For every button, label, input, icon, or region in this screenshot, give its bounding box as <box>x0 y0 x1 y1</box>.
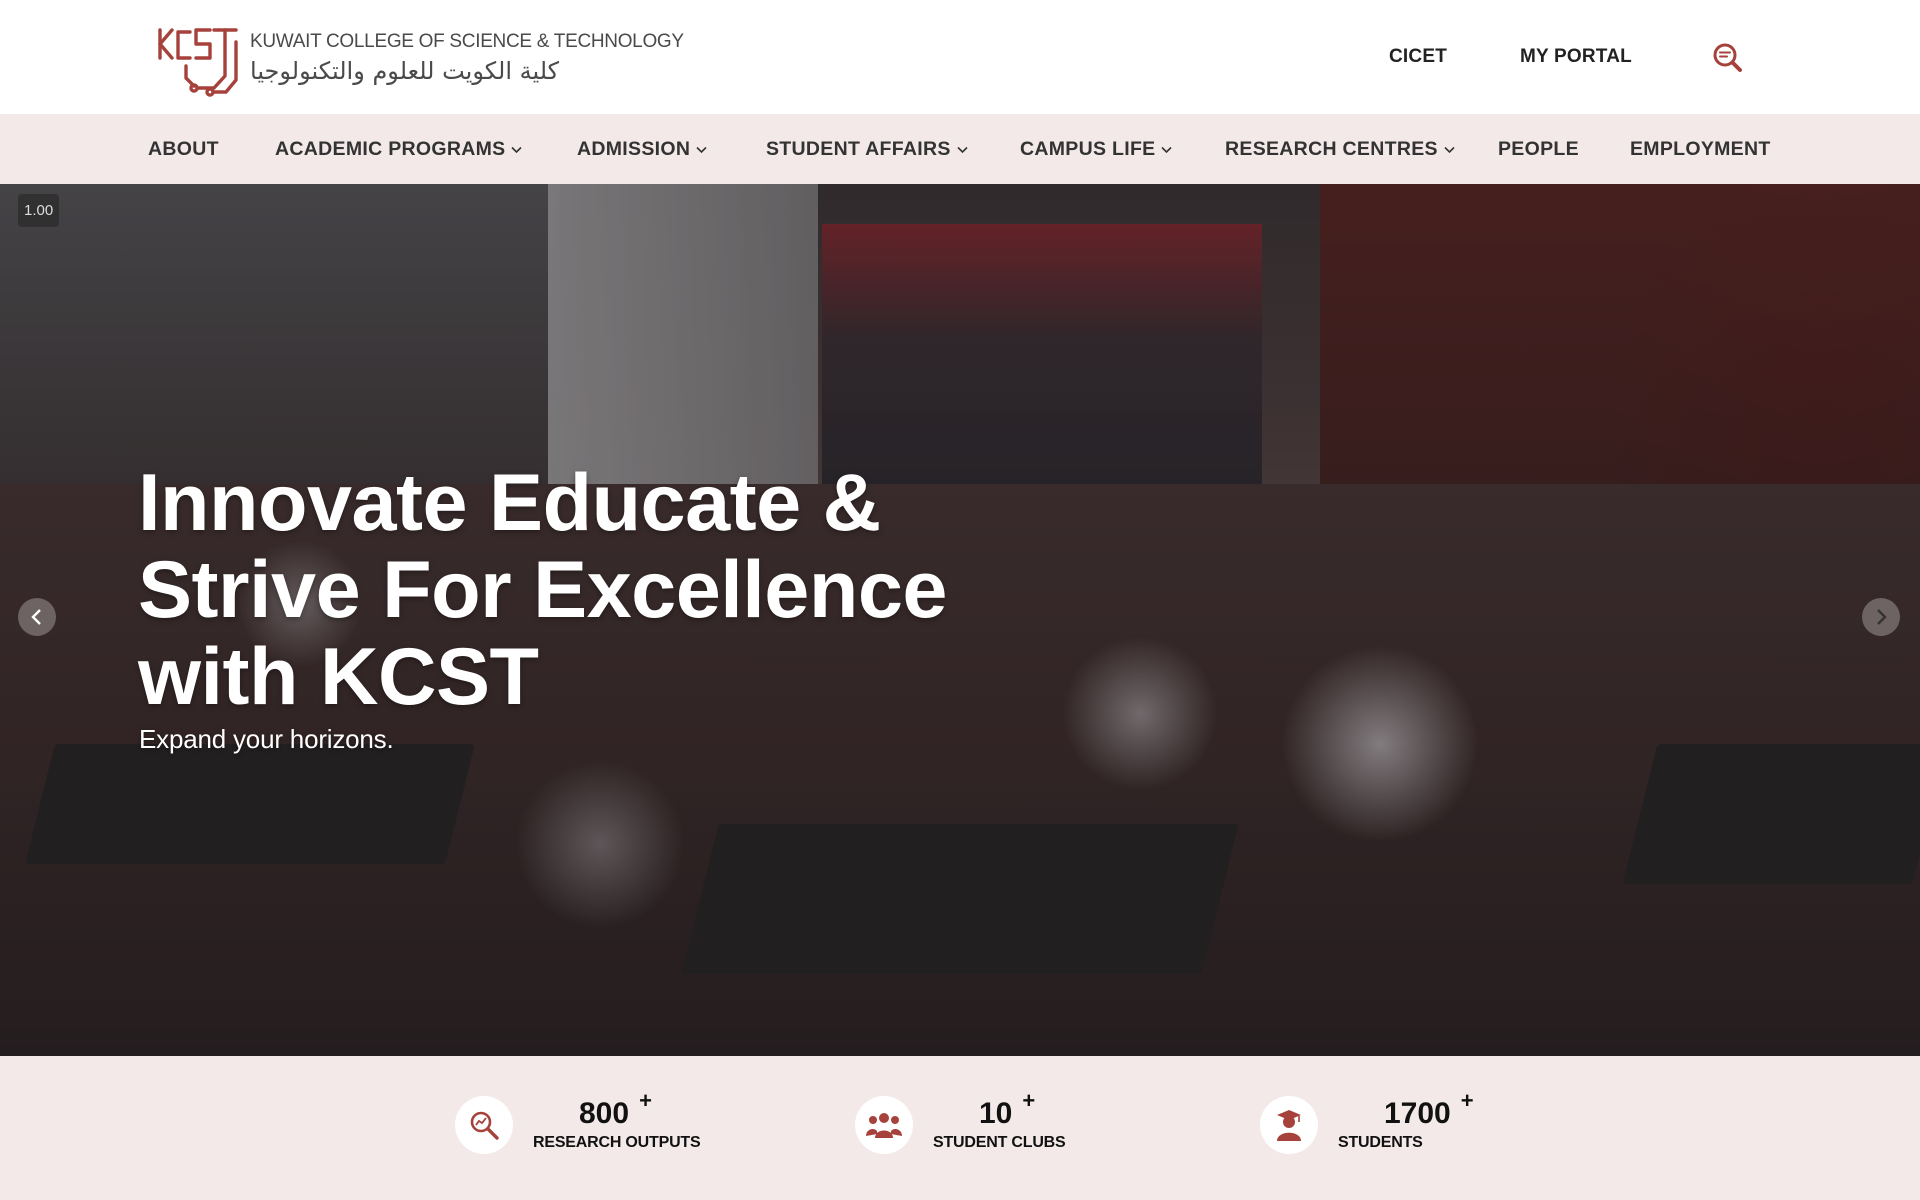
stat-label: RESEARCH OUTPUTS <box>533 1134 701 1151</box>
nav-research-centres-label: RESEARCH CENTRES <box>1225 138 1438 160</box>
graduate-icon <box>1277 1110 1301 1141</box>
my-portal-link[interactable]: MY PORTAL <box>1520 46 1632 68</box>
slider-prev-button[interactable] <box>18 598 56 636</box>
chevron-left-icon <box>31 609 41 625</box>
chevron-down-icon <box>696 146 707 153</box>
chevron-down-icon <box>511 146 523 153</box>
search-button[interactable] <box>1712 42 1744 74</box>
nav-research-centres[interactable]: RESEARCH CENTRES <box>1225 138 1455 161</box>
stat-label: STUDENTS <box>1338 1134 1423 1151</box>
stat-label: STUDENT CLUBS <box>933 1134 1066 1151</box>
stat-suffix: + <box>1022 1088 1036 1113</box>
nav-student-affairs-label: STUDENT AFFAIRS <box>766 138 951 160</box>
zoom-level-badge: 1.00 <box>18 194 60 227</box>
stat-student-clubs: 10 + STUDENT CLUBS <box>855 1088 1066 1154</box>
chevron-right-icon <box>1877 609 1887 625</box>
cicet-link[interactable]: CICET <box>1389 46 1447 68</box>
stat-icon-wrap <box>455 1096 513 1154</box>
stat-suffix: + <box>639 1088 652 1113</box>
stat-icon-wrap <box>1260 1096 1318 1154</box>
kcst-logo-icon <box>158 28 238 97</box>
hero-title-line: with KCST <box>138 632 539 722</box>
nav-people[interactable]: PEOPLE <box>1498 138 1579 161</box>
college-logo[interactable]: KUWAIT COLLEGE OF SCIENCE & TECHNOLOGY ك… <box>156 18 684 98</box>
search-icon <box>1713 43 1742 72</box>
main-navigation: ABOUT ACADEMIC PROGRAMS ADMISSION STUDEN… <box>0 114 1920 184</box>
nav-admission[interactable]: ADMISSION <box>577 138 707 161</box>
nav-about-label: ABOUT <box>148 138 219 160</box>
hero-subtitle: Expand your horizons. <box>139 724 394 754</box>
hero-title-line: Innovate Educate & <box>138 458 881 548</box>
hero-slider: 1.00 Innovate Educate & Strive For Excel… <box>0 184 1920 1056</box>
nav-student-affairs[interactable]: STUDENT AFFAIRS <box>766 138 968 161</box>
nav-campus-life-label: CAMPUS LIFE <box>1020 138 1156 160</box>
nav-academic-programs[interactable]: ACADEMIC PROGRAMS <box>275 138 523 161</box>
site-header: KUWAIT COLLEGE OF SCIENCE & TECHNOLOGY ك… <box>0 0 1920 114</box>
stat-icon-wrap <box>855 1096 913 1154</box>
nav-admission-label: ADMISSION <box>577 138 691 160</box>
chevron-down-icon <box>957 146 968 153</box>
nav-campus-life[interactable]: CAMPUS LIFE <box>1020 138 1173 161</box>
nav-employment-label: EMPLOYMENT <box>1630 138 1771 160</box>
college-name-english: KUWAIT COLLEGE OF SCIENCE & TECHNOLOGY <box>250 31 684 52</box>
group-icon <box>866 1113 902 1138</box>
stat-students: 1700 + STUDENTS <box>1260 1088 1474 1154</box>
stat-suffix: + <box>1460 1088 1474 1113</box>
stat-value: 800 <box>579 1097 630 1130</box>
chevron-down-icon <box>1161 146 1173 153</box>
college-name-arabic: كلية الكويت للعلوم والتكنولوجيا <box>250 57 560 85</box>
stat-value: 10 <box>979 1097 1013 1130</box>
stat-research-outputs: 800 + RESEARCH OUTPUTS <box>455 1088 701 1154</box>
nav-academic-programs-label: ACADEMIC PROGRAMS <box>275 138 506 160</box>
chevron-down-icon <box>1444 146 1455 153</box>
nav-about[interactable]: ABOUT <box>148 138 219 161</box>
stat-value: 1700 <box>1384 1097 1451 1130</box>
nav-employment[interactable]: EMPLOYMENT <box>1630 138 1771 161</box>
nav-people-label: PEOPLE <box>1498 138 1579 160</box>
hero-title-line: Strive For Excellence <box>138 545 947 635</box>
slider-next-button[interactable] <box>1862 598 1900 636</box>
stats-strip: 800 + RESEARCH OUTPUTS 10 + STUDENT CLUB… <box>0 1056 1920 1200</box>
hero-title: Innovate Educate & Strive For Excellence… <box>138 460 1038 721</box>
research-search-icon <box>470 1111 499 1140</box>
